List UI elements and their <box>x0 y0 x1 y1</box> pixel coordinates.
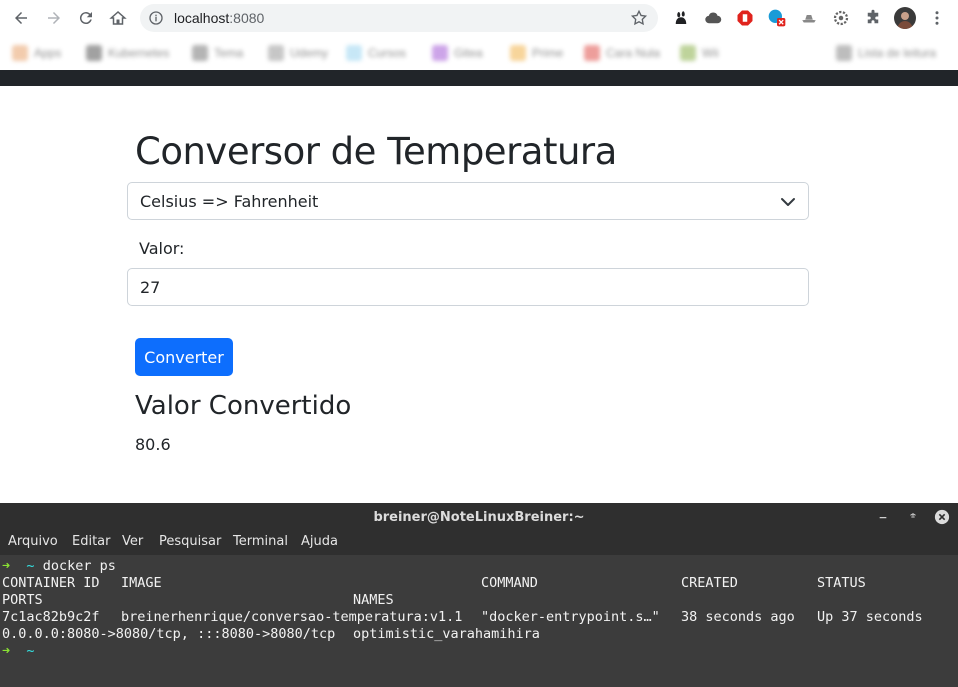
prompt-arrow: ➜ <box>2 643 11 659</box>
maximize-icon[interactable] <box>904 508 922 526</box>
home-button[interactable] <box>106 6 130 30</box>
adblock-extension-icon[interactable] <box>735 8 755 28</box>
url-text: localhost:8080 <box>174 10 264 26</box>
bookmark-item[interactable]: Cursos <box>346 44 406 62</box>
bookmark-favicon <box>432 45 448 61</box>
prompt-line: ➜ ~ docker ps <box>2 558 116 574</box>
bookmark-item[interactable]: Lista de leitura <box>836 44 936 62</box>
prompt-arrow: ➜ <box>2 558 11 574</box>
row-names: optimistic_varahamihira <box>353 626 540 642</box>
result-value: 80.6 <box>135 435 171 454</box>
minimize-icon[interactable] <box>874 508 892 526</box>
conversion-select-value: Celsius => Fahrenheit <box>140 192 319 211</box>
url-host: localhost <box>174 10 230 26</box>
menu-ver[interactable]: Ver <box>122 534 143 549</box>
header-command: COMMAND <box>481 575 538 591</box>
reading-list-icon <box>836 45 852 61</box>
translate-extension-icon[interactable] <box>767 8 787 28</box>
page-title: Conversor de Temperatura <box>135 130 617 173</box>
convert-button[interactable]: Converter <box>135 338 233 376</box>
menu-editar[interactable]: Editar <box>72 534 111 549</box>
prompt-dir: ~ <box>26 558 35 574</box>
row-image: breinerhenrique/conversao-temperatura:v1… <box>121 609 463 625</box>
address-bar[interactable]: localhost:8080 <box>140 4 658 32</box>
cloud-extension-icon[interactable] <box>703 8 723 28</box>
bookmark-item[interactable]: Prime <box>510 44 563 62</box>
page-content: Conversor de Temperatura Celsius => Fahr… <box>0 86 958 503</box>
url-port: :8080 <box>229 10 265 26</box>
terminal-window: breiner@NoteLinuxBreiner:~ Arquivo Edita… <box>0 503 958 687</box>
header-names: NAMES <box>353 592 394 608</box>
value-label: Valor: <box>139 239 185 258</box>
menu-kebab-icon[interactable] <box>927 8 947 28</box>
bookmark-item[interactable]: Kubernetes <box>86 44 169 62</box>
bookmark-favicon <box>510 45 526 61</box>
bookmark-item[interactable]: Gitea <box>432 44 483 62</box>
row-created: 38 seconds ago <box>681 609 795 625</box>
page-navbar <box>0 70 958 86</box>
gnome-extension-icon[interactable] <box>671 8 691 28</box>
header-created: CREATED <box>681 575 738 591</box>
forward-button[interactable] <box>42 6 66 30</box>
prompt-dir: ~ <box>26 643 35 659</box>
bookmarks-bar: Apps Kubernetes Tema Udemy Cursos Gitea … <box>0 36 958 70</box>
row-status: Up 37 seconds <box>817 609 923 625</box>
header-ports: PORTS <box>2 592 43 608</box>
reload-button[interactable] <box>74 6 98 30</box>
menu-arquivo[interactable]: Arquivo <box>8 534 58 549</box>
header-container-id: CONTAINER ID <box>2 575 100 591</box>
puzzle-extensions-icon[interactable] <box>863 8 883 28</box>
bookmark-item[interactable]: Apps <box>12 44 61 62</box>
info-icon[interactable] <box>148 10 164 26</box>
reload-icon <box>79 12 92 25</box>
menu-pesquisar[interactable]: Pesquisar <box>159 534 221 549</box>
conversion-select[interactable]: Celsius => Fahrenheit <box>127 182 809 220</box>
bookmark-item[interactable]: Udemy <box>268 44 328 62</box>
terminal-output[interactable]: ➜ ~ docker ps CONTAINER ID IMAGE COMMAND… <box>0 555 958 687</box>
avatar-icon <box>897 12 913 29</box>
header-image: IMAGE <box>121 575 162 591</box>
bookmark-item[interactable]: Cara Nula <box>584 44 660 62</box>
menu-ajuda[interactable]: Ajuda <box>301 534 338 549</box>
row-ports: 0.0.0.0:8080->8080/tcp, :::8080->8080/tc… <box>2 626 336 642</box>
bookmark-favicon <box>86 45 102 61</box>
apps-icon <box>12 45 28 61</box>
bookmark-item[interactable]: Tema <box>192 44 243 62</box>
browser-toolbar: localhost:8080 <box>0 0 958 36</box>
settings-extension-icon[interactable] <box>831 8 851 28</box>
bookmark-favicon <box>346 45 362 61</box>
hat-extension-icon[interactable] <box>799 8 819 28</box>
menu-terminal[interactable]: Terminal <box>233 534 288 549</box>
profile-avatar[interactable] <box>894 7 916 29</box>
value-input[interactable] <box>127 268 809 306</box>
close-icon[interactable] <box>933 508 951 526</box>
back-arrow-icon <box>15 12 27 24</box>
result-title: Valor Convertido <box>135 391 352 421</box>
row-container-id: 7c1ac82b9c2f <box>2 609 100 625</box>
header-status: STATUS <box>817 575 866 591</box>
back-button[interactable] <box>9 6 33 30</box>
terminal-title: breiner@NoteLinuxBreiner:~ <box>373 510 585 525</box>
bookmark-item[interactable]: Wii <box>680 44 719 62</box>
bookmark-favicon <box>680 45 696 61</box>
chevron-down-icon <box>781 198 795 206</box>
forward-arrow-icon <box>48 12 60 24</box>
prompt-line: ➜ ~ <box>2 643 35 659</box>
bookmark-favicon <box>192 45 208 61</box>
home-icon <box>109 10 127 25</box>
terminal-titlebar: breiner@NoteLinuxBreiner:~ <box>0 503 958 531</box>
bookmark-favicon <box>268 45 284 61</box>
bookmark-star-icon[interactable] <box>630 9 648 27</box>
bookmark-favicon <box>584 45 600 61</box>
row-command: "docker-entrypoint.s…" <box>481 609 660 625</box>
terminal-menubar: Arquivo Editar Ver Pesquisar Terminal Aj… <box>0 531 958 555</box>
command-text: docker ps <box>42 558 116 574</box>
